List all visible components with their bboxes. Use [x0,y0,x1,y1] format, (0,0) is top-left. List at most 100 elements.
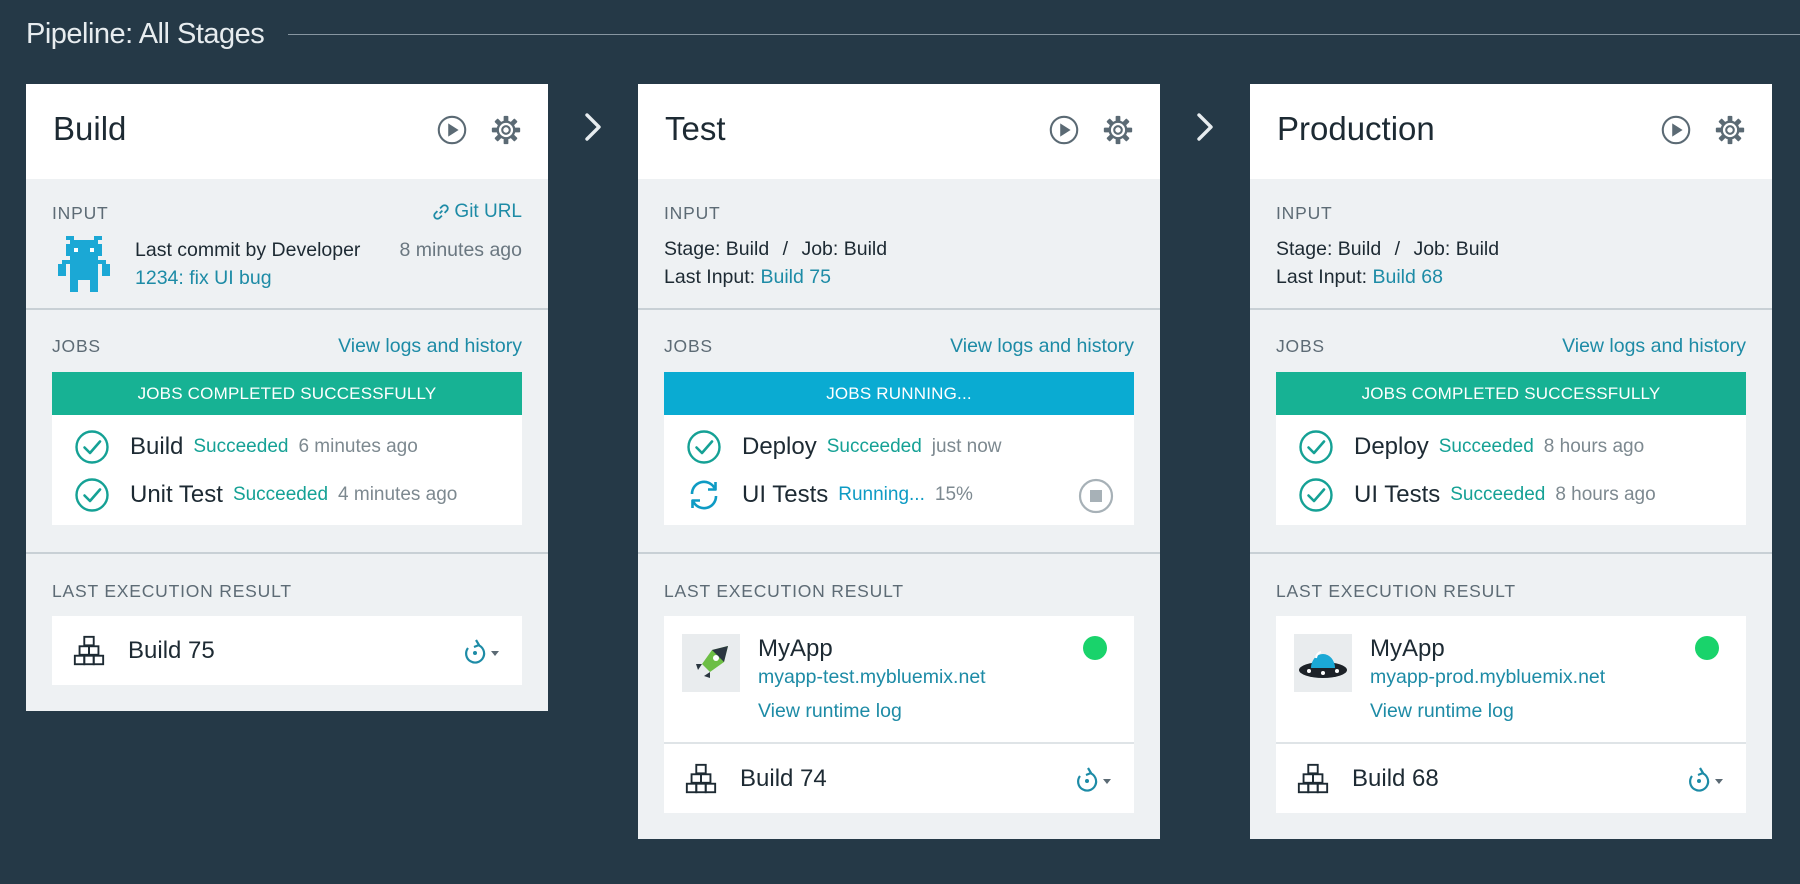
jobs-status-banner: JOBS COMPLETED SUCCESSFULLY [52,372,522,415]
job-row[interactable]: UI Tests Succeeded 8 hours ago [1298,471,1746,519]
job-name: UI Tests [1354,481,1441,508]
runtime-log-link[interactable]: View runtime log [1370,700,1605,723]
app-row: MyApp myapp-prod.mybluemix.net View runt… [1276,616,1746,744]
gear-icon [489,113,523,147]
stage-title: Test [665,110,726,147]
job-row[interactable]: Deploy Succeeded 8 hours ago [1298,423,1746,471]
stage-header: Build [26,84,548,179]
play-icon [435,113,469,147]
section-label: LAST EXECUTION RESULT [52,581,292,601]
commit-prefix: Last commit by [135,239,272,261]
commit-time: 8 minutes ago [399,239,523,261]
job-row[interactable]: Deploy Succeeded just now [686,423,1134,471]
last-input-link[interactable]: Build 75 [760,266,830,288]
job-time: 8 hours ago [1543,436,1645,457]
check-circle-icon [1298,429,1334,465]
stage-settings-button[interactable] [1712,112,1748,148]
last-input-link[interactable]: Build 68 [1372,266,1442,288]
last-execution-section: LAST EXECUTION RESULT MyApp myapp-test.m… [638,554,1160,839]
stage-value: Build [1337,238,1382,260]
runtime-log-link[interactable]: View runtime log [758,700,986,723]
last-input-prefix: Last Input: [1276,266,1373,288]
chevron-right-icon [581,110,607,144]
stage-header: Test [638,84,1160,179]
job-time: 6 minutes ago [298,436,418,457]
ufo-app-icon [1294,634,1352,692]
check-circle-icon [1298,477,1334,513]
stage-settings-button[interactable] [488,112,524,148]
build-row: Build 68 [1276,744,1746,813]
app-url-link[interactable]: myapp-prod.mybluemix.net [1370,664,1605,690]
input-section: INPUT Stage: Build / Job: Build Last Inp… [1250,179,1772,308]
job-status: Succeeded [232,484,329,505]
run-stage-button[interactable] [1046,112,1082,148]
job-row[interactable]: Build Succeeded 6 minutes ago [74,423,522,471]
git-url-link[interactable]: Git URL [432,201,522,223]
play-icon [1659,113,1693,147]
view-logs-link[interactable]: View logs and history [1562,335,1746,358]
redeploy-menu-button[interactable] [1684,766,1724,796]
stage-prefix: Stage: [664,238,726,260]
link-icon [432,203,450,221]
redeploy-icon [460,638,500,668]
section-label: JOBS [664,336,713,356]
build-label: Build 74 [740,764,827,792]
build-row: Build 74 [664,744,1134,813]
check-circle-icon [686,429,722,465]
job-list: Deploy Succeeded just now UI Tests Runni… [664,415,1134,525]
section-label: LAST EXECUTION RESULT [664,581,904,601]
last-input-prefix: Last Input: [664,266,761,288]
job-status: Running... [838,484,925,505]
job-name: Unit Test [130,481,223,508]
run-stage-button[interactable] [434,112,470,148]
job-prefix: Job: [1413,238,1456,260]
separator: / [782,238,789,260]
build-label: Build 68 [1352,764,1439,792]
input-section: INPUT Git URL Last commit by Developer 1… [26,179,548,308]
jobs-status-banner: JOBS RUNNING... [664,372,1134,415]
gear-icon [1713,113,1747,147]
last-execution-section: LAST EXECUTION RESULT MyApp myapp-prod.m… [1250,554,1772,839]
input-section: INPUT Stage: Build / Job: Build Last Inp… [638,179,1160,308]
section-label: JOBS [1276,336,1325,356]
stage-title: Build [53,110,127,147]
job-status: Succeeded [193,436,289,457]
job-status: Succeeded [1438,436,1534,457]
job-progress: 15% [934,484,973,505]
commit-link[interactable]: 1234: fix UI bug [135,264,400,292]
page-header: Pipeline: All Stages [26,14,1800,54]
job-row[interactable]: UI Tests Running... 15% [686,471,1134,519]
jobs-section: JOBS View logs and history JOBS COMPLETE… [1250,310,1772,552]
section-label: LAST EXECUTION RESULT [1276,581,1516,601]
last-execution-section: LAST EXECUTION RESULT Build 75 [26,554,548,711]
separator: / [1394,238,1401,260]
play-icon [1047,113,1081,147]
check-circle-icon [74,429,110,465]
jobs-section: JOBS View logs and history JOBS COMPLETE… [26,310,548,552]
app-status-dot [1695,636,1719,660]
page-title: Pipeline: All Stages [26,17,265,50]
app-row: MyApp myapp-test.mybluemix.net View runt… [664,616,1134,744]
view-logs-link[interactable]: View logs and history [338,335,522,358]
check-circle-icon [74,477,110,513]
app-name: MyApp [1370,635,1445,662]
stage-header: Production [1250,84,1772,179]
job-list: Deploy Succeeded 8 hours ago UI Tests Su… [1276,415,1746,525]
redeploy-menu-button[interactable] [1072,766,1112,796]
app-url-link[interactable]: myapp-test.mybluemix.net [758,664,986,690]
run-stage-button[interactable] [1658,112,1694,148]
jobs-status-banner: JOBS COMPLETED SUCCESSFULLY [1276,372,1746,415]
stage-settings-button[interactable] [1100,112,1136,148]
redeploy-icon [1684,766,1724,796]
commit-author: Developer [271,239,361,261]
view-logs-link[interactable]: View logs and history [950,335,1134,358]
job-status: Succeeded [1450,484,1546,505]
build-label: Build 75 [128,636,215,664]
stop-job-button[interactable] [1078,478,1114,514]
job-time: 8 hours ago [1555,484,1656,505]
job-row[interactable]: Unit Test Succeeded 4 minutes ago [74,471,522,519]
build-blocks-icon [72,634,106,668]
job-status: Succeeded [826,436,922,457]
job-time: just now [931,436,1002,457]
redeploy-menu-button[interactable] [460,638,500,668]
